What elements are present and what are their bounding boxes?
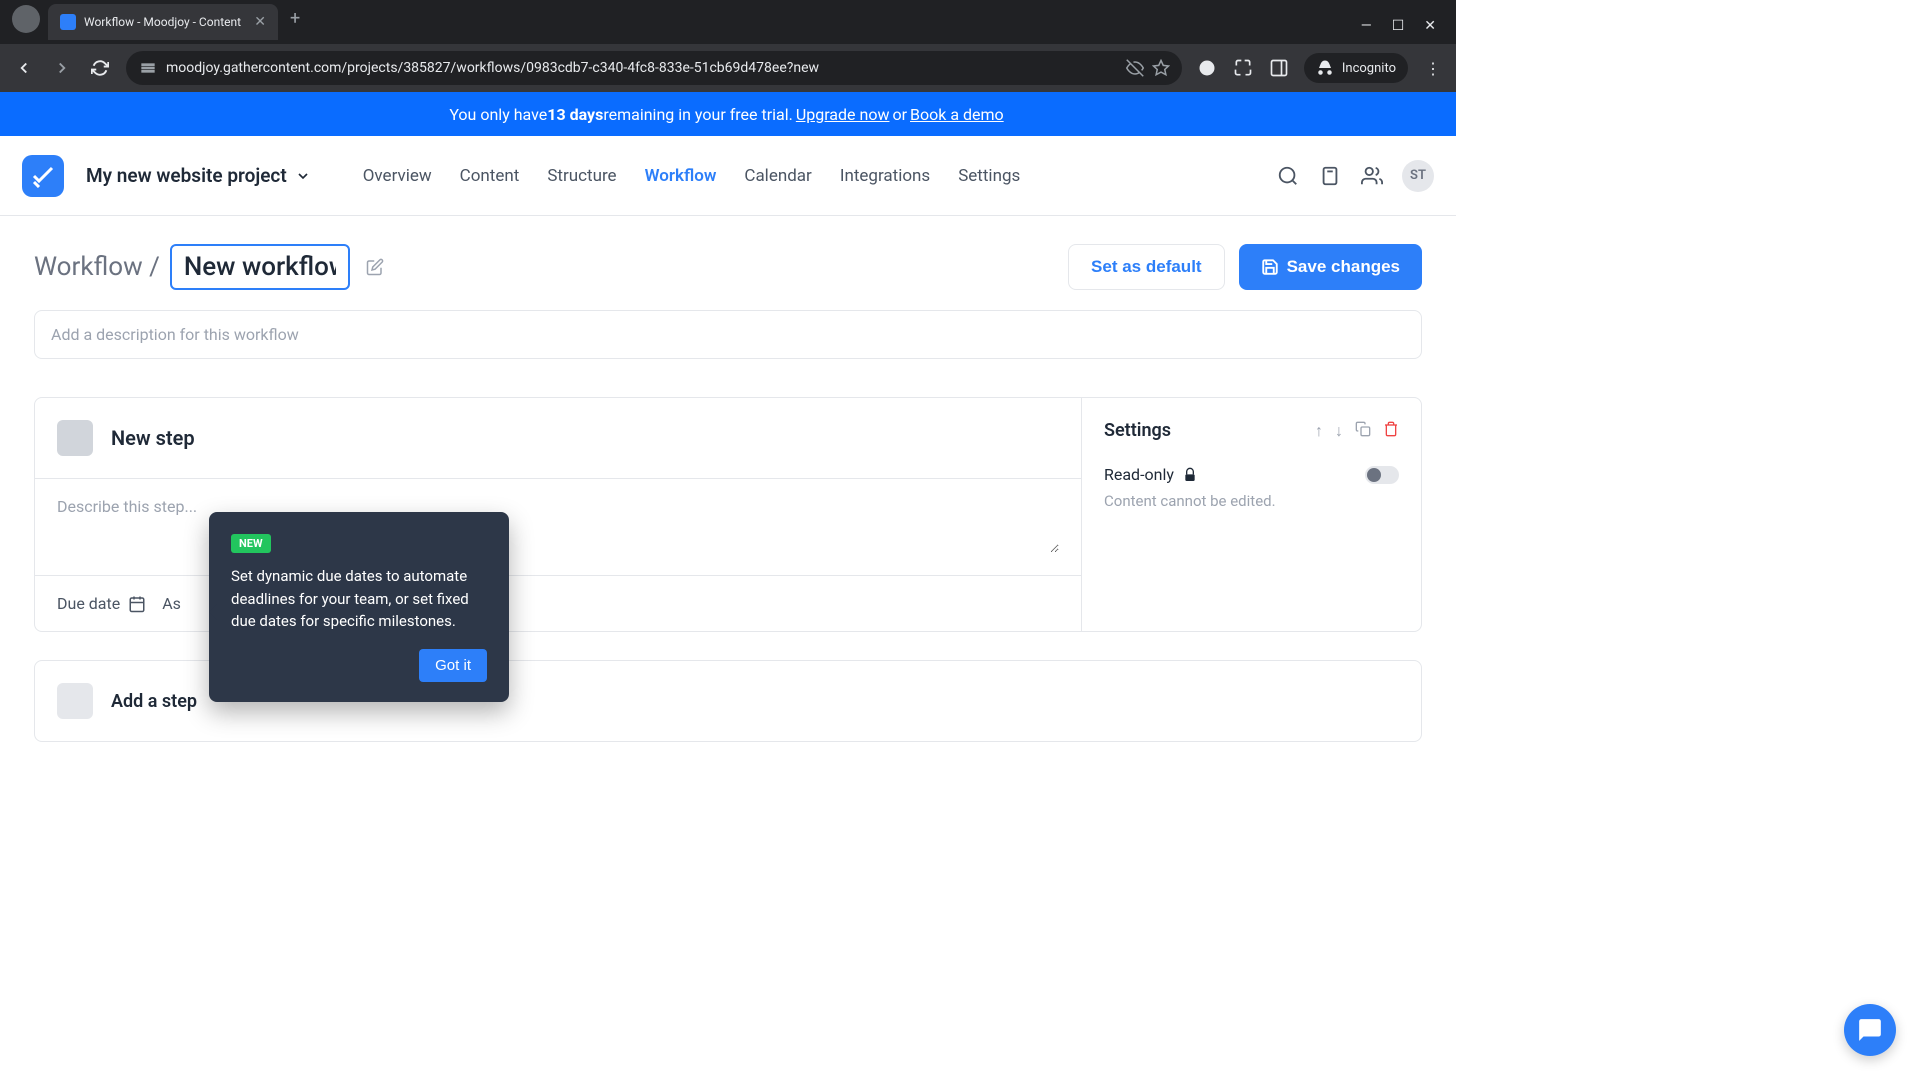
tab-title: Workflow - Moodjoy - Content: [84, 15, 246, 29]
maximize-icon[interactable]: ☐: [1392, 18, 1405, 34]
trial-banner: You only have 13 days remaining in your …: [0, 92, 1456, 136]
readonly-label: Read-only: [1104, 465, 1174, 484]
settings-title: Settings: [1104, 420, 1171, 441]
bookmark-star-icon[interactable]: [1152, 59, 1168, 77]
step-description-input[interactable]: [57, 497, 1059, 553]
extension-icon[interactable]: [1196, 57, 1218, 79]
step-name[interactable]: New step: [111, 426, 195, 450]
site-settings-icon[interactable]: [140, 60, 156, 76]
chat-fab[interactable]: [1844, 1004, 1896, 1056]
app-header: My new website project Overview Content …: [0, 136, 1456, 216]
step-settings-panel: Settings ↑ ↓ Read-only Content cannot be…: [1081, 398, 1421, 631]
onboarding-tooltip: NEW Set dynamic due dates to automate de…: [209, 512, 509, 702]
people-icon[interactable]: [1360, 164, 1384, 188]
side-panel-icon[interactable]: [1268, 57, 1290, 79]
profile-avatar[interactable]: [12, 5, 40, 33]
eye-off-icon[interactable]: [1126, 59, 1142, 77]
set-default-button[interactable]: Set as default: [1068, 244, 1225, 290]
user-avatar[interactable]: ST: [1402, 160, 1434, 192]
minimize-icon[interactable]: —: [1361, 18, 1372, 34]
upgrade-link[interactable]: Upgrade now: [796, 105, 890, 124]
duplicate-icon[interactable]: [1355, 421, 1371, 441]
back-button[interactable]: [12, 56, 36, 80]
reload-button[interactable]: [88, 56, 112, 80]
url-text: moodjoy.gathercontent.com/projects/38582…: [166, 60, 1116, 76]
nav-overview[interactable]: Overview: [363, 166, 432, 186]
page-content: Workflow / Set as default Save changes N…: [0, 216, 1456, 770]
add-step-label: Add a step: [111, 691, 197, 712]
step-card: New step Due date As Settings ↑: [34, 397, 1422, 632]
nav-integrations[interactable]: Integrations: [840, 166, 930, 186]
nav-settings[interactable]: Settings: [958, 166, 1020, 186]
browser-tab[interactable]: Workflow - Moodjoy - Content ✕: [48, 4, 278, 40]
chevron-down-icon: [295, 168, 311, 184]
book-demo-link[interactable]: Book a demo: [910, 105, 1004, 124]
step-color-swatch[interactable]: [57, 420, 93, 456]
forward-button[interactable]: [50, 56, 74, 80]
extensions-puzzle-icon[interactable]: [1232, 57, 1254, 79]
menu-dots-icon[interactable]: ⋮: [1422, 57, 1444, 79]
edit-icon[interactable]: [366, 258, 384, 276]
nav-content[interactable]: Content: [460, 166, 520, 186]
due-date-button[interactable]: Due date: [57, 594, 146, 613]
readonly-toggle[interactable]: [1365, 466, 1399, 484]
app-logo[interactable]: [22, 155, 64, 197]
browser-tab-strip: Workflow - Moodjoy - Content ✕ + — ☐ ✕: [0, 0, 1456, 44]
trial-days: 13 days: [547, 105, 603, 124]
breadcrumb[interactable]: Workflow /: [34, 252, 160, 282]
browser-toolbar: moodjoy.gathercontent.com/projects/38582…: [0, 44, 1456, 92]
calendar-icon: [128, 595, 146, 613]
workflow-title-input[interactable]: [170, 244, 350, 290]
new-tab-button[interactable]: +: [290, 8, 300, 29]
notifications-icon[interactable]: [1318, 164, 1342, 188]
project-switcher[interactable]: My new website project: [86, 164, 311, 187]
incognito-indicator[interactable]: Incognito: [1304, 53, 1408, 83]
nav-structure[interactable]: Structure: [547, 166, 616, 186]
lock-icon: [1182, 467, 1198, 483]
main-nav: Overview Content Structure Workflow Cale…: [363, 166, 1021, 186]
delete-icon[interactable]: [1383, 421, 1399, 441]
save-icon: [1261, 258, 1279, 276]
readonly-hint: Content cannot be edited.: [1104, 492, 1399, 510]
assignees-button[interactable]: As: [162, 594, 181, 613]
save-button[interactable]: Save changes: [1239, 244, 1422, 290]
search-icon[interactable]: [1276, 164, 1300, 188]
got-it-button[interactable]: Got it: [419, 649, 487, 682]
move-up-icon[interactable]: ↑: [1315, 421, 1323, 441]
close-tab-icon[interactable]: ✕: [254, 14, 266, 30]
add-step-swatch: [57, 683, 93, 719]
nav-calendar[interactable]: Calendar: [744, 166, 811, 186]
tooltip-text: Set dynamic due dates to automate deadli…: [231, 565, 487, 633]
new-badge: NEW: [231, 534, 271, 553]
workflow-description-input[interactable]: [34, 310, 1422, 359]
move-down-icon[interactable]: ↓: [1335, 421, 1343, 441]
close-window-icon[interactable]: ✕: [1424, 18, 1436, 34]
address-bar[interactable]: moodjoy.gathercontent.com/projects/38582…: [126, 51, 1182, 85]
favicon: [60, 14, 76, 30]
nav-workflow[interactable]: Workflow: [645, 166, 717, 186]
